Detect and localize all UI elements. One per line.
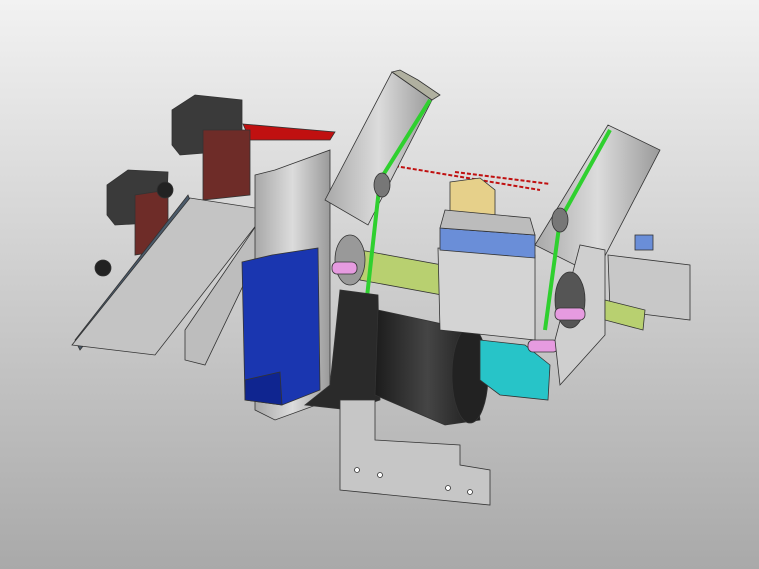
center-housing <box>437 247 536 341</box>
pink-pin <box>554 307 586 321</box>
fitting <box>156 181 174 199</box>
bolt-hole <box>354 467 360 473</box>
fitting <box>94 259 112 277</box>
maroon-bracket <box>202 129 251 201</box>
cad-viewport[interactable] <box>0 0 759 569</box>
pulley <box>373 172 391 198</box>
bolt-hole <box>445 485 451 491</box>
bolt-hole <box>467 489 473 495</box>
bolt-hole <box>377 472 383 478</box>
pink-pin <box>331 261 358 275</box>
pink-pin <box>527 339 559 353</box>
pulley <box>334 234 366 286</box>
pulley <box>551 207 569 233</box>
blue-part <box>634 234 654 251</box>
